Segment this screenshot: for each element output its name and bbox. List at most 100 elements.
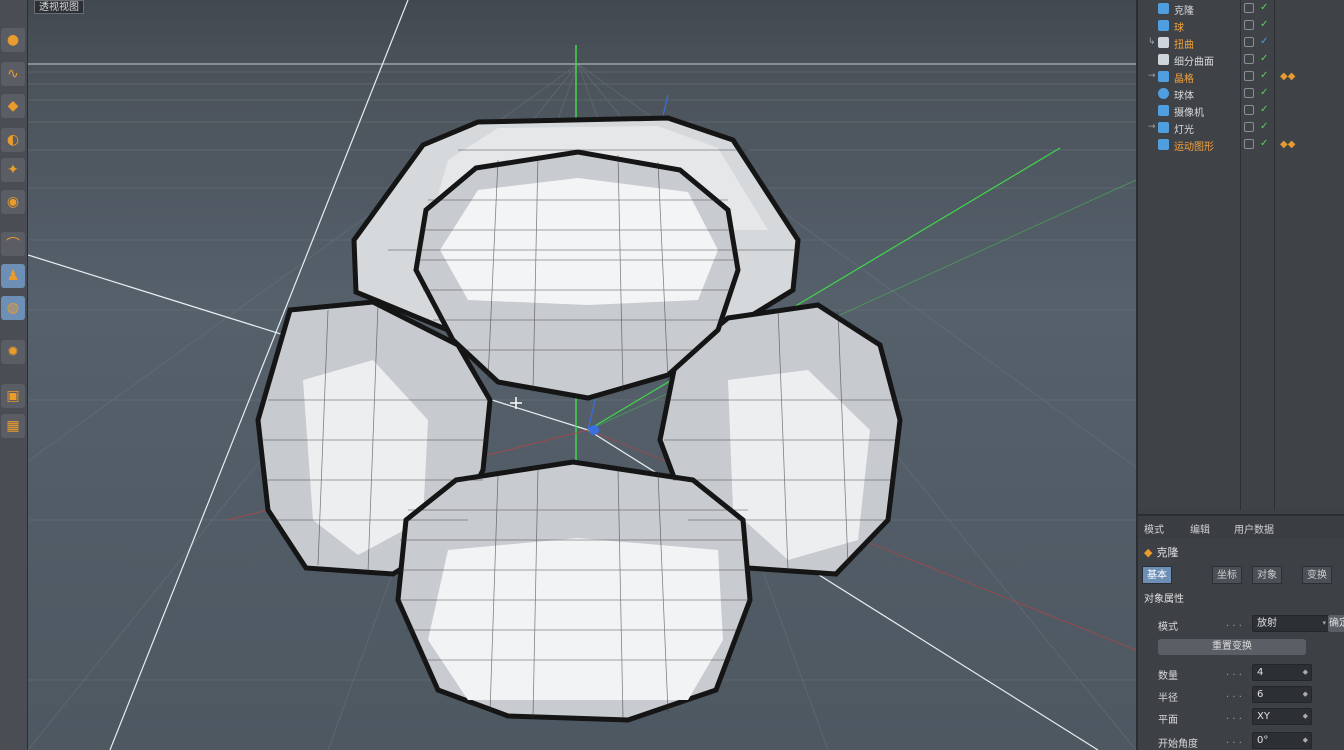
render-tool-icon[interactable]: ▦ <box>1 414 25 438</box>
plane-field[interactable]: XY ◆ <box>1252 708 1312 725</box>
field-label: 开始角度 <box>1158 739 1198 750</box>
deformer-icon <box>1158 37 1169 48</box>
field-dots: . . . <box>1226 667 1242 678</box>
visibility-icon[interactable] <box>1244 139 1254 149</box>
radius-field[interactable]: 6 ◆ <box>1252 686 1312 703</box>
visibility-icon[interactable] <box>1244 105 1254 115</box>
tree-arrow: → <box>1148 71 1156 81</box>
light-tool-icon[interactable]: ✹ <box>1 340 25 364</box>
object-row[interactable]: 球体 ✓ <box>1138 85 1344 102</box>
spinner-icon[interactable]: ◆ <box>1303 733 1308 748</box>
count-field[interactable]: 4 ◆ <box>1252 664 1312 681</box>
visibility-icon[interactable] <box>1244 122 1254 132</box>
deformer-tool-icon[interactable]: ✦ <box>1 158 25 182</box>
tab-object[interactable]: 对象 <box>1252 566 1282 584</box>
enabled-check-icon[interactable]: ✓ <box>1260 87 1268 98</box>
camera-tool-icon[interactable]: ▣ <box>1 384 25 408</box>
spinner-icon[interactable]: ◆ <box>1303 665 1308 680</box>
tag-icon[interactable]: ◆◆ <box>1280 139 1295 150</box>
nurbs-tool-icon[interactable]: ◆ <box>1 94 25 118</box>
param-row: 半径 . . . 6 ◆ <box>1158 686 1344 704</box>
tree-arrow: → <box>1148 122 1156 132</box>
figure-tool-icon[interactable]: ♟ <box>1 264 25 288</box>
reset-transform-button[interactable]: 重置变换 <box>1158 639 1306 655</box>
enabled-check-icon[interactable]: ✓ <box>1260 70 1268 81</box>
bend-tool-icon[interactable]: ⌒ <box>1 232 25 256</box>
mesh-lump-front <box>395 459 753 723</box>
object-row[interactable]: 运动图形 ✓ ◆◆ <box>1138 136 1344 153</box>
attribute-title-text: 克隆 <box>1156 546 1179 559</box>
scene-tool-icon[interactable]: ◉ <box>1 190 25 214</box>
visibility-icon[interactable] <box>1244 54 1254 64</box>
left-toolbar: ● ∿ ◆ ◐ ✦ ◉ ⌒ ♟ ◍ ✹ ▣ ▦ <box>0 0 28 750</box>
object-row[interactable]: → 晶格 ✓ ◆◆ <box>1138 68 1344 85</box>
right-panel: 克隆 ✓ 球 ✓ ↳ 扭曲 ✓ 细分曲面 ✓ → 晶格 ✓ ◆◆ 球体 ✓ 摄像… <box>1136 0 1344 750</box>
object-name: 运动图形 <box>1174 142 1214 153</box>
array-tool-icon[interactable]: ◐ <box>1 128 25 152</box>
mode-dropdown[interactable]: 放射 ▾ <box>1252 615 1330 632</box>
attribute-tabs: 基本 坐标 对象 变换 <box>1142 566 1344 584</box>
enabled-check-icon[interactable]: ✓ <box>1260 53 1268 64</box>
app-window: ● ∿ ◆ ◐ ✦ ◉ ⌒ ♟ ◍ ✹ ▣ ▦ 透视视图 克隆 ✓ 球 ✓ ↳ … <box>0 0 1344 750</box>
tree-arrow <box>1148 3 1158 13</box>
viewport-label[interactable]: 透视视图 <box>34 0 84 14</box>
lattice-icon <box>1158 71 1169 82</box>
menu-edit[interactable]: 编辑 <box>1190 521 1210 536</box>
light-icon <box>1158 122 1169 133</box>
object-name: 克隆 <box>1174 6 1194 17</box>
cursor-crosshair <box>510 397 522 409</box>
menu-mode[interactable]: 模式 <box>1144 521 1164 536</box>
enabled-check-icon[interactable]: ✓ <box>1260 2 1268 13</box>
3d-viewport[interactable]: 透视视图 <box>28 0 1136 750</box>
menu-user-data[interactable]: 用户数据 <box>1234 521 1274 536</box>
visibility-icon[interactable] <box>1244 37 1254 47</box>
field-label: 平面 <box>1158 715 1178 726</box>
field-dots: . . . <box>1226 618 1242 629</box>
object-row[interactable]: 细分曲面 ✓ <box>1138 51 1344 68</box>
sphere-tool-icon[interactable]: ● <box>1 28 25 52</box>
field-label: 模式 <box>1158 622 1178 633</box>
tree-arrow <box>1148 54 1158 64</box>
tab-transform[interactable]: 变换 <box>1302 566 1332 584</box>
mode-row: 模式 . . . 放射 ▾ <box>1158 615 1344 633</box>
field-dots: . . . <box>1226 735 1242 746</box>
field-label: 半径 <box>1158 693 1178 704</box>
visibility-icon[interactable] <box>1244 71 1254 81</box>
enabled-check-icon[interactable]: ✓ <box>1260 121 1268 132</box>
object-row[interactable]: 球 ✓ <box>1138 17 1344 34</box>
tree-arrow: ↳ <box>1148 37 1156 47</box>
enabled-check-icon[interactable]: ✓ <box>1260 138 1268 149</box>
param-row: 平面 . . . XY ◆ <box>1158 708 1344 726</box>
enabled-check-icon[interactable]: ✓ <box>1260 19 1268 30</box>
object-row[interactable]: 摄像机 ✓ <box>1138 102 1344 119</box>
enabled-check-icon[interactable]: ✓ <box>1260 104 1268 115</box>
object-row[interactable]: → 灯光 ✓ <box>1138 119 1344 136</box>
tree-arrow <box>1148 88 1158 98</box>
object-row[interactable]: 克隆 ✓ <box>1138 0 1344 17</box>
sphere-select-icon[interactable]: ◍ <box>1 296 25 320</box>
start-angle-field[interactable]: 0° ◆ <box>1252 732 1312 749</box>
object-row[interactable]: ↳ 扭曲 ✓ <box>1138 34 1344 51</box>
visibility-icon[interactable] <box>1244 20 1254 30</box>
spline-tool-icon[interactable]: ∿ <box>1 62 25 86</box>
dropdown-value: 放射 <box>1257 618 1277 629</box>
mode-confirm-button[interactable]: 确定 <box>1328 615 1344 632</box>
center-gizmo[interactable] <box>589 425 599 435</box>
viewport-scene <box>28 0 1136 750</box>
spinner-icon[interactable]: ◆ <box>1303 709 1308 724</box>
sphere-object-icon <box>1158 88 1169 99</box>
mograph-icon <box>1158 139 1169 150</box>
spinner-icon[interactable]: ◆ <box>1303 687 1308 702</box>
tag-icon[interactable]: ◆◆ <box>1280 71 1295 82</box>
field-label: 数量 <box>1158 671 1178 682</box>
enabled-check-icon[interactable]: ✓ <box>1260 36 1268 47</box>
field-dots: . . . <box>1226 689 1242 700</box>
object-name: 细分曲面 <box>1174 57 1214 68</box>
tab-basic[interactable]: 基本 <box>1142 566 1172 584</box>
visibility-icon[interactable] <box>1244 3 1254 13</box>
tab-coord[interactable]: 坐标 <box>1212 566 1242 584</box>
object-name: 球体 <box>1174 91 1194 102</box>
visibility-icon[interactable] <box>1244 88 1254 98</box>
field-value: 4 <box>1257 667 1264 678</box>
field-value: 6 <box>1257 689 1264 700</box>
